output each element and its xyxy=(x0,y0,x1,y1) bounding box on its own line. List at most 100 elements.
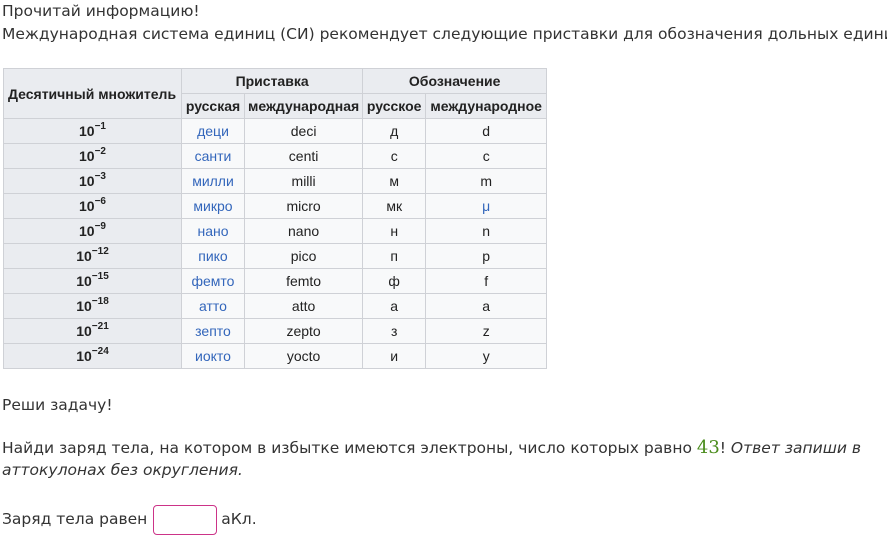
multiplier-exponent: −3 xyxy=(94,171,106,183)
prefix-ru-cell: атто xyxy=(181,293,245,319)
table-row: 10−12 пико pico п p xyxy=(3,243,548,269)
prefix-ru-link[interactable]: нано xyxy=(197,223,228,239)
symbol-int-cell: f xyxy=(484,273,489,289)
prefix-int-cell: pico xyxy=(243,243,364,269)
prefix-ru-cell: санти xyxy=(181,143,245,169)
multiplier-exponent: −6 xyxy=(94,196,106,208)
question-line-1: Найди заряд тела, на котором в избытке и… xyxy=(2,436,861,460)
multiplier-cell: 10−12 xyxy=(3,243,182,269)
table-row: 10−21 зепто zepto з z xyxy=(3,318,548,344)
table-row: 10−1 деци deci д d xyxy=(3,118,548,144)
prefix-ru-link[interactable]: фемто xyxy=(192,273,235,289)
symbol-int-cell: d xyxy=(482,123,491,139)
symbol-int-cell: p xyxy=(482,248,491,264)
multiplier-base: 10 xyxy=(76,273,92,289)
header-multiplier: Десятичный множитель xyxy=(3,68,182,119)
prefix-ru-link[interactable]: санти xyxy=(195,148,232,164)
symbol-int-cell: d xyxy=(425,118,548,144)
multiplier-exponent: −2 xyxy=(94,146,106,158)
symbol-int-cell: n xyxy=(425,218,548,244)
subheader-symbol-ru: русское xyxy=(362,93,427,119)
prefix-int-cell: femto xyxy=(286,273,322,289)
table-row: 10−3 милли milli м m xyxy=(3,168,548,194)
multiplier-base: 10 xyxy=(79,223,95,239)
multiplier-exponent: −18 xyxy=(91,296,109,308)
answer-label: Заряд тела равен xyxy=(2,510,148,528)
prefix-int-cell: deci xyxy=(290,123,317,139)
symbol-ru-cell: и xyxy=(362,343,427,369)
symbol-int-cell: c xyxy=(482,148,490,164)
question-exclaim: ! xyxy=(719,439,731,457)
symbol-int-cell: a xyxy=(425,293,548,319)
prefix-ru-link[interactable]: милли xyxy=(192,173,234,189)
multiplier-cell: 10−15 xyxy=(3,268,182,294)
symbol-ru-cell: и xyxy=(390,348,399,364)
prefix-int-cell: milli xyxy=(291,173,316,189)
prefix-ru-link[interactable]: зепто xyxy=(195,323,231,339)
prefix-ru-cell: микро xyxy=(181,193,245,219)
prefix-ru-cell: милли xyxy=(181,168,245,194)
multiplier-base: 10 xyxy=(79,123,95,139)
multiplier-base: 10 xyxy=(79,198,95,214)
prefix-ru-cell: иокто xyxy=(181,343,245,369)
multiplier-exponent: −12 xyxy=(91,246,109,258)
prefix-int-cell: centi xyxy=(288,148,319,164)
table-row: 10−9 нано nano н n xyxy=(3,218,548,244)
prefix-int-cell: nano xyxy=(243,218,364,244)
table-row: 10−15 фемто femto ф f xyxy=(3,268,548,294)
table-row: 10−24 иокто yocto и y xyxy=(3,343,548,369)
multiplier-cell: 10−21 xyxy=(3,318,182,344)
prefix-int-cell: milli xyxy=(243,168,364,194)
symbol-int-cell: y xyxy=(482,348,490,364)
prefix-ru-link[interactable]: деци xyxy=(197,123,229,139)
symbol-ru-cell: з xyxy=(390,323,398,339)
prefix-int-cell: pico xyxy=(290,248,317,264)
instruction-text-1: Ответ запиши в xyxy=(730,439,862,457)
prefix-int-cell: yocto xyxy=(243,343,364,369)
prefix-int-cell: micro xyxy=(243,193,364,219)
symbol-int-cell: μ xyxy=(482,198,491,214)
subheader-symbol-int: международное xyxy=(425,93,548,119)
prefix-int-cell: atto xyxy=(291,298,316,314)
prefix-ru-link[interactable]: пико xyxy=(198,248,227,264)
symbol-ru-cell: мк xyxy=(362,193,427,219)
prefix-ru-link[interactable]: атто xyxy=(199,298,227,314)
header-symbol: Обозначение xyxy=(362,68,548,94)
answer-row: Заряд тела равен аКл. xyxy=(2,503,257,535)
table-row: 10−2 санти centi с c xyxy=(3,143,548,169)
multiplier-base: 10 xyxy=(79,148,95,164)
multiplier-cell: 10−6 xyxy=(3,193,182,219)
symbol-ru-cell: з xyxy=(362,318,427,344)
symbol-ru-cell: п xyxy=(362,243,427,269)
symbol-int-cell: μ xyxy=(425,193,548,219)
symbol-int-cell: z xyxy=(482,323,490,339)
solve-heading: Реши задачу! xyxy=(2,396,113,414)
symbol-int-cell: p xyxy=(425,243,548,269)
symbol-ru-cell: п xyxy=(390,248,398,264)
symbol-ru-cell: а xyxy=(390,298,399,314)
symbol-ru-cell: н xyxy=(362,218,427,244)
symbol-ru-cell: н xyxy=(390,223,399,239)
prefix-ru-link[interactable]: микро xyxy=(193,198,232,214)
instruction-text-2: аттокулонах без округления. xyxy=(2,461,243,479)
prefix-ru-link[interactable]: иокто xyxy=(195,348,231,364)
answer-input[interactable] xyxy=(153,504,218,535)
symbol-int-cell: n xyxy=(482,223,491,239)
multiplier-cell: 10−3 xyxy=(3,168,182,194)
symbol-int-cell: m xyxy=(425,168,548,194)
symbol-int-cell: c xyxy=(425,143,548,169)
symbol-ru-cell: ф xyxy=(388,273,400,289)
multiplier-exponent: −15 xyxy=(91,271,109,283)
table-row: 10−6 микро micro мк μ xyxy=(3,193,548,219)
multiplier-exponent: −24 xyxy=(91,346,109,358)
prefix-int-cell: deci xyxy=(243,118,364,144)
multiplier-base: 10 xyxy=(76,323,92,339)
multiplier-cell: 10−24 xyxy=(3,343,182,369)
multiplier-exponent: −9 xyxy=(94,221,106,233)
prefix-int-cell: femto xyxy=(243,268,364,294)
prefix-int-cell: centi xyxy=(243,143,364,169)
multiplier-cell: 10−1 xyxy=(3,118,182,144)
multiplier-base: 10 xyxy=(76,298,92,314)
intro-block: Прочитай информацию! Международная систе… xyxy=(2,0,887,46)
si-prefix-table: Десятичный множитель Приставка Обозначен… xyxy=(3,68,548,369)
